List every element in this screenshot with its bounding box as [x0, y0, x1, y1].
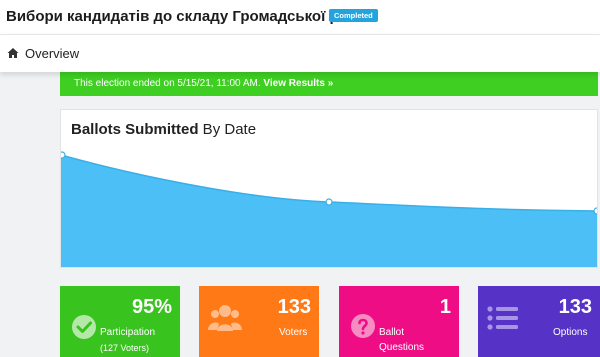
chart-area	[61, 155, 597, 267]
options-label: Options	[553, 327, 588, 338]
participation-sublabel: (127 Voters)	[100, 343, 150, 353]
chart-title-rest: By Date	[198, 121, 257, 138]
ballot-questions-tile: 1 Ballot Questions	[339, 286, 459, 357]
ballots-chart-card: Ballots Submitted By Date	[60, 109, 598, 268]
chart-title-bold: Ballots Submitted	[71, 121, 199, 138]
voters-label: Voters	[279, 327, 308, 338]
chart-point	[61, 151, 66, 159]
alert-message: This election ended on 5/15/21, 11:00 AM…	[74, 78, 261, 89]
election-title: Вибори кандидатів до складу Громадської …	[6, 8, 360, 25]
options-value: 133	[558, 296, 592, 318]
question-icon	[351, 314, 375, 338]
participation-tile: 95% Participation (127 Voters)	[60, 286, 180, 357]
nav-bar: Overview	[0, 34, 600, 72]
election-ended-alert: This election ended on 5/15/21, 11:00 AM…	[60, 72, 598, 96]
home-icon	[7, 48, 19, 58]
top-bar: Вибори кандидатів до складу Громадської …	[0, 0, 600, 34]
ballot-questions-label: Ballot	[379, 327, 405, 338]
chart-point	[325, 198, 333, 206]
participation-label: Participation	[100, 327, 156, 338]
options-tile: 133 Options	[478, 286, 600, 357]
voters-value: 133	[277, 296, 311, 318]
nav-overview[interactable]: Overview	[25, 46, 79, 61]
participation-value: 95%	[131, 296, 172, 318]
view-results-link[interactable]: View Results »	[263, 78, 333, 89]
chart-point	[593, 207, 597, 215]
ballot-questions-sublabel: Questions	[379, 342, 425, 353]
chart-title: Ballots Submitted By Date	[71, 121, 256, 138]
status-badge: Completed	[329, 9, 378, 22]
check-circle-icon	[72, 315, 96, 339]
list-icon	[487, 306, 518, 330]
ballot-questions-value: 1	[439, 296, 451, 318]
voters-tile: 133 Voters	[199, 286, 319, 357]
users-icon	[208, 305, 242, 331]
